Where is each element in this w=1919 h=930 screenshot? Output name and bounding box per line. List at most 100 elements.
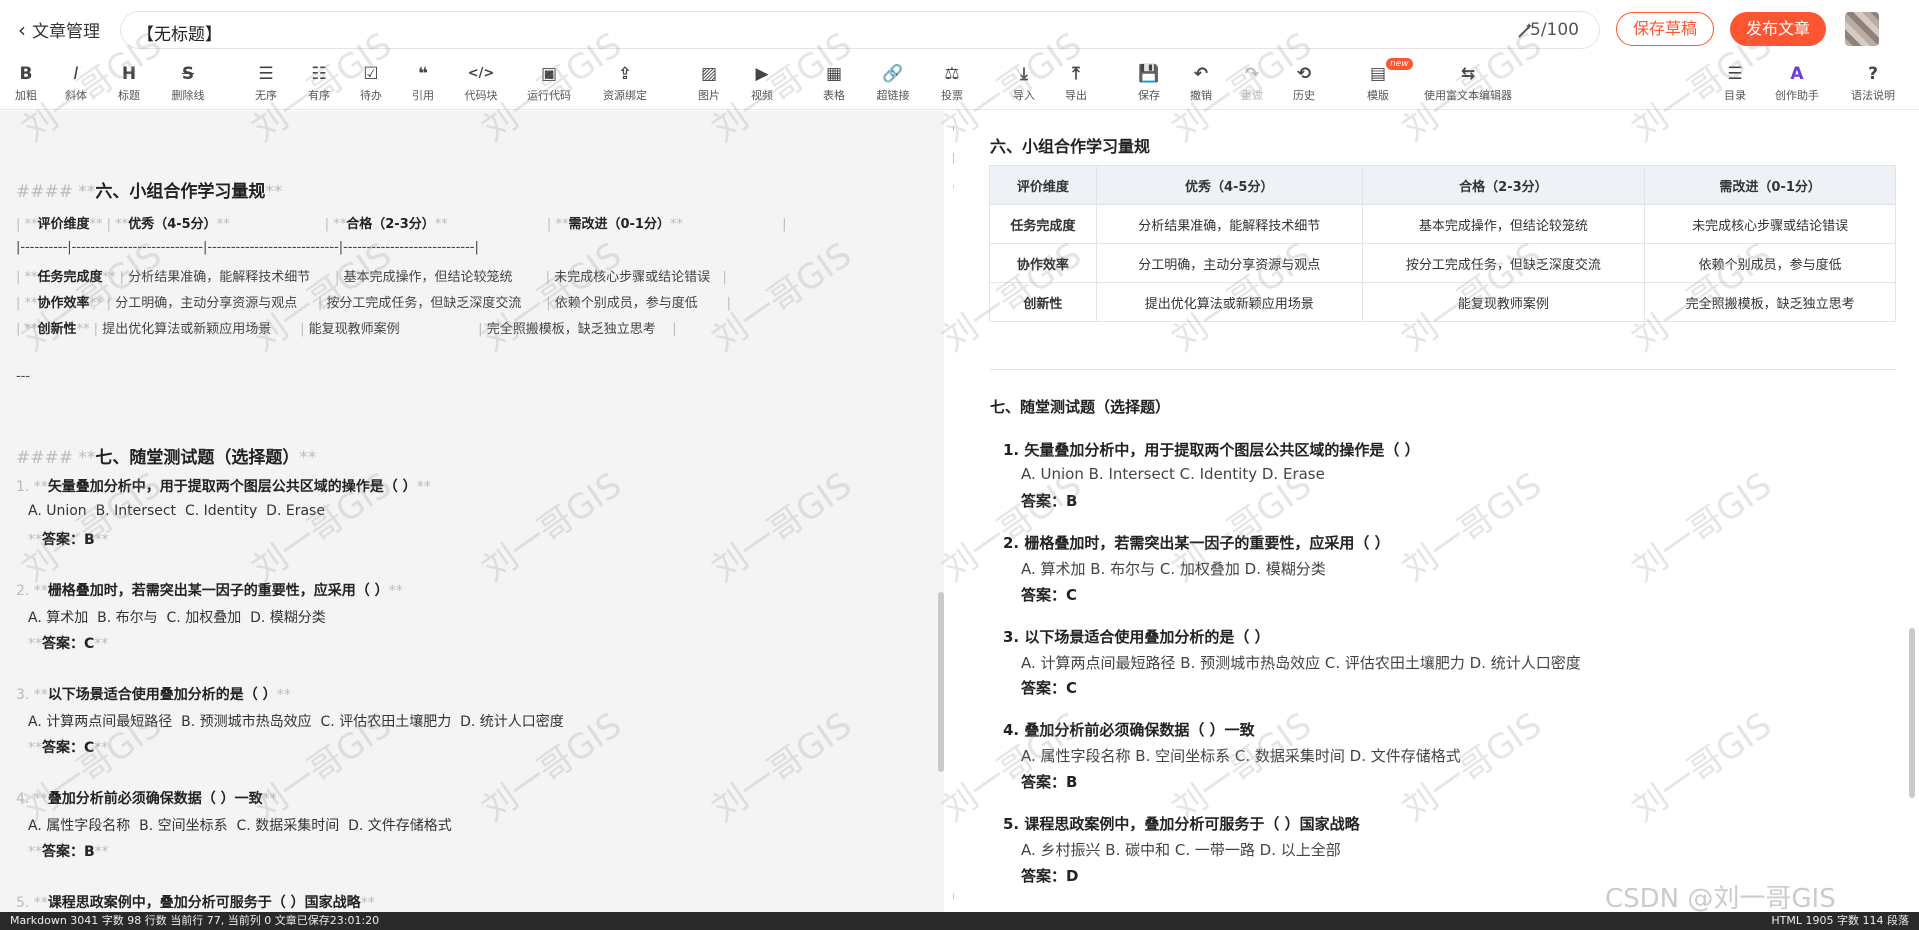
title-char-count: 5/100 [1530, 20, 1579, 40]
title-input-box[interactable]: 【无标题】 5/100 [120, 11, 1600, 49]
preview-heading-7: 七、随堂测试题（选择题） [990, 398, 1171, 416]
md-table-row: | **创新性** | 提出优化算法或新颖应用场景 | 能复现教师案例 | 完全… [16, 322, 677, 337]
md-options-1: A. Union B. Intersect C. Identity D. Era… [28, 503, 325, 519]
editor-header: ‹ 文章管理 【无标题】 5/100 保存草稿 发布文章 [0, 0, 1919, 58]
export-button[interactable]: ⤒ 导出 [1062, 62, 1090, 108]
toc-icon: ☰ [1727, 64, 1743, 84]
table-header-cell: 需改进（0-1分） [1644, 165, 1896, 205]
table-row: 任务完成度 分析结果准确，能解释技术细节 基本完成操作，但结论较笼统 未完成核心… [989, 204, 1896, 244]
bold-button[interactable]: B 加粗 [12, 62, 40, 108]
preview-options-4: A. 属性字段名称 B. 空间坐标系 C. 数据采集时间 D. 文件存储格式 [1021, 747, 1461, 765]
template-button[interactable]: ▤ 模版 new [1364, 58, 1413, 108]
html-stats: HTML 1905 字数 114 段落 [1771, 914, 1909, 927]
md-table-row: | **任务完成度** | 分析结果准确，能解释技术细节 | 基本完成操作，但结… [16, 270, 727, 285]
preview-options-2: A. 算术加 B. 布尔与 C. 加权叠加 D. 模糊分类 [1021, 560, 1326, 578]
vote-button[interactable]: ⚖ 投票 [938, 62, 966, 108]
avatar[interactable] [1845, 12, 1879, 46]
md-question-1: 1. **矢量叠加分析中，用于提取两个图层公共区域的操作是（ ）** [16, 479, 431, 495]
md-answer-4: **答案：B** [28, 844, 109, 860]
save-button[interactable]: 💾 保存 [1135, 62, 1163, 108]
syntax-help-button[interactable]: ? 语法说明 [1848, 62, 1898, 108]
table-header-cell: 合格（2-3分） [1361, 165, 1646, 205]
image-icon: ▨ [700, 64, 718, 84]
preview-options-1: A. Union B. Intersect C. Identity D. Era… [1021, 465, 1325, 483]
preview-answer-5: 答案：D [1021, 867, 1079, 885]
history-button[interactable]: ⟲ 历史 [1290, 62, 1318, 108]
run-code-button[interactable]: ▣ 运行代码 [524, 62, 574, 108]
rich-text-editor-button[interactable]: ⇆ 使用富文本编辑器 [1418, 62, 1518, 108]
preview-question-3: 3. 以下场景适合使用叠加分析的是（ ） [1003, 628, 1270, 646]
md-options-2: A. 算术加 B. 布尔与 C. 加权叠加 D. 模糊分类 [28, 610, 326, 626]
history-icon: ⟲ [1296, 64, 1312, 84]
unordered-list-icon: ☰ [258, 64, 274, 84]
md-heading-6: #### **六、小组合作学习量规** [16, 182, 283, 202]
video-button[interactable]: ▶ 视频 [748, 62, 776, 108]
md-options-4: A. 属性字段名称 B. 空间坐标系 C. 数据采集时间 D. 文件存储格式 [28, 818, 452, 834]
code-icon: </> [467, 66, 495, 81]
run-code-icon: ▣ [540, 64, 558, 84]
heading-button[interactable]: H 标题 [115, 62, 143, 108]
table-cell: 分析结果准确，能解释技术细节 [1095, 204, 1363, 244]
table-cell: 完全照搬模板，缺乏独立思考 [1644, 282, 1896, 322]
save-draft-button[interactable]: 保存草稿 [1616, 12, 1714, 46]
table-cell: 能复现教师案例 [1361, 282, 1646, 322]
undo-button[interactable]: ↶ 撤销 [1187, 62, 1215, 108]
md-options-3: A. 计算两点间最短路径 B. 预测城市热岛效应 C. 评估农田土壤肥力 D. … [28, 714, 564, 730]
preview-question-1: 1. 矢量叠加分析中，用于提取两个图层公共区域的操作是（ ） [1003, 441, 1420, 459]
md-answer-2: **答案：C** [28, 636, 109, 652]
import-icon: ⤓ [1020, 64, 1028, 84]
table-icon: ▦ [825, 64, 843, 84]
markdown-editor[interactable]: #### **六、小组合作学习量规** | **评价维度** | **优秀（4-… [0, 111, 944, 912]
save-icon: 💾 [1138, 64, 1160, 84]
table-cell: 依赖个别成员，参与度低 [1644, 243, 1896, 283]
preview-options-3: A. 计算两点间最短路径 B. 预测城市热岛效应 C. 评估农田土壤肥力 D. … [1021, 654, 1581, 672]
pane-splitter[interactable] [944, 111, 954, 912]
preview-scrollbar[interactable] [1909, 628, 1915, 798]
image-button[interactable]: ▨ 图片 [695, 62, 723, 108]
preview-answer-3: 答案：C [1021, 679, 1078, 697]
back-to-article-management[interactable]: ‹ 文章管理 [18, 17, 100, 43]
table-button[interactable]: ▦ 表格 [820, 62, 848, 108]
import-button[interactable]: ⤓ 导入 [1010, 62, 1038, 108]
publish-article-button[interactable]: 发布文章 [1730, 12, 1826, 46]
hyperlink-button[interactable]: 🔗 超链接 [873, 62, 913, 108]
md-horizontal-rule: --- [16, 369, 31, 384]
redo-button[interactable]: ↷ 重做 [1238, 62, 1266, 108]
todo-button[interactable]: ☑ 待办 [357, 62, 385, 108]
md-question-5: 5. **课程思政案例中，叠加分析可服务于（ ）国家战略** [16, 895, 375, 911]
preview-question-5: 5. 课程思政案例中，叠加分析可服务于（ ）国家战略 [1003, 815, 1360, 833]
table-header-cell: 评价维度 [989, 165, 1097, 205]
csdn-watermark: CSDN @刘一哥GIS [1605, 884, 1836, 914]
strikethrough-button[interactable]: S 删除线 [168, 62, 208, 108]
bold-icon: B [19, 64, 33, 84]
preview-question-2: 2. 栅格叠加时，若需突出某一因子的重要性，应采用（ ） [1003, 534, 1390, 552]
preview-question-4: 4. 叠加分析前必须确保数据（ ）一致 [1003, 721, 1255, 739]
switch-icon: ⇆ [1460, 64, 1476, 84]
status-bar: Markdown 3041 字数 98 行数 当前行 77, 当前列 0 文章已… [0, 912, 1919, 930]
code-block-button[interactable]: </> 代码块 [460, 62, 502, 108]
table-row: 协作效率 分工明确，主动分享资源与观点 按分工完成任务，但缺乏深度交流 依赖个别… [989, 243, 1896, 283]
table-header-row: 评价维度 优秀（4-5分） 合格（2-3分） 需改进（0-1分） [989, 165, 1896, 205]
unordered-list-button[interactable]: ☰ 无序 [252, 62, 280, 108]
md-question-4: 4. **叠加分析前必须确保数据（ ）一致** [16, 791, 277, 807]
toc-button[interactable]: ☰ 目录 [1721, 62, 1749, 108]
preview-divider [990, 369, 1896, 370]
md-table-header: | **评价维度** | **优秀（4-5分）** | **合格（2-3分）**… [16, 217, 787, 232]
ordered-list-button[interactable]: ☷ 有序 [305, 62, 333, 108]
preview-answer-4: 答案：B [1021, 773, 1078, 791]
back-label: 文章管理 [32, 22, 100, 42]
writing-assistant-button[interactable]: A 创作助手 [1772, 62, 1822, 108]
preview-answer-1: 答案：B [1021, 492, 1078, 510]
quote-button[interactable]: ❝ 引用 [409, 62, 437, 108]
video-icon: ▶ [755, 64, 769, 84]
resource-bind-button[interactable]: ⇪ 资源绑定 [600, 62, 650, 108]
chevron-left-icon: ‹ [18, 17, 26, 42]
italic-button[interactable]: I 斜体 [62, 62, 90, 108]
preview-options-5: A. 乡村振兴 B. 碳中和 C. 一带一路 D. 以上全部 [1021, 841, 1341, 859]
table-cell: 基本完成操作，但结论较笼统 [1361, 204, 1646, 244]
undo-icon: ↶ [1193, 64, 1209, 84]
title-input[interactable]: 【无标题】 [137, 20, 222, 45]
table-cell: 按分工完成任务，但缺乏深度交流 [1361, 243, 1646, 283]
preview-heading-6: 六、小组合作学习量规 [990, 137, 1151, 156]
preview-answer-2: 答案：C [1021, 586, 1078, 604]
